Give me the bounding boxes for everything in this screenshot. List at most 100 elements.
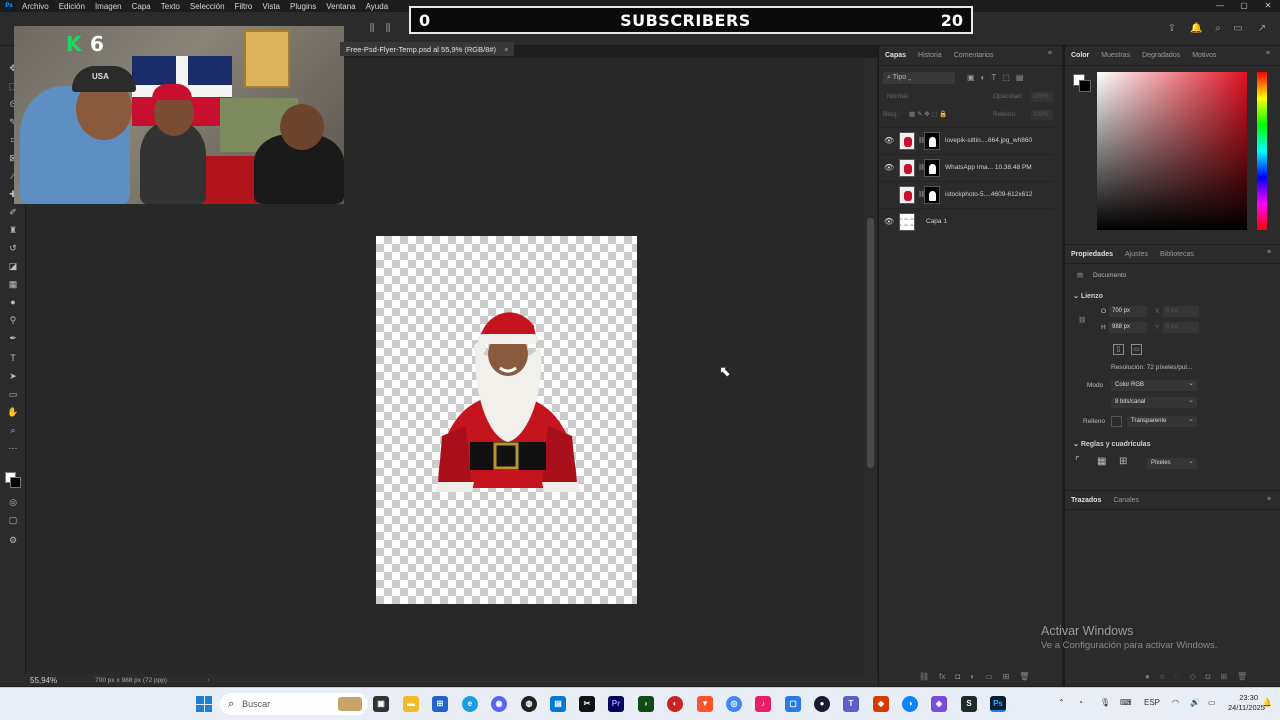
menu-plugins[interactable]: Plugins — [290, 2, 316, 11]
visibility-eye-icon[interactable]: 👁 — [879, 217, 899, 226]
teams-icon[interactable]: T — [843, 696, 859, 712]
menu-imagen[interactable]: Imagen — [95, 2, 122, 11]
canvas-vertical-scrollbar[interactable] — [864, 58, 877, 674]
align-center-icon[interactable]: ⫼ — [382, 23, 394, 35]
type-tool-icon[interactable]: T — [6, 352, 20, 364]
fill-swatch[interactable] — [1111, 416, 1122, 427]
layer-row[interactable]: 👁 ⛓ istockphoto-5....4609-612x612 — [879, 181, 1053, 207]
hue-slider[interactable] — [1257, 72, 1267, 230]
app-red-icon[interactable]: ◐ — [667, 696, 683, 712]
fill-field[interactable]: 100% — [1031, 110, 1053, 120]
visibility-eye-icon[interactable]: 👁 — [879, 136, 899, 145]
tab-historia[interactable]: Historia — [912, 52, 948, 59]
windows-start-icon[interactable] — [196, 696, 212, 712]
app-blue-icon[interactable]: ◑ — [902, 696, 918, 712]
lock-icons[interactable]: ▦ ✎ ✥ ⬚ 🔒 — [909, 110, 948, 118]
close-tab-icon[interactable]: × — [504, 45, 508, 54]
terminal-icon[interactable]: › — [638, 696, 654, 712]
premiere-icon[interactable]: Pr — [608, 696, 624, 712]
tab-color[interactable]: Color — [1065, 52, 1095, 59]
pen-tool-icon[interactable]: ✒ — [6, 332, 20, 344]
workspace-icon[interactable]: ▭ — [1232, 23, 1244, 35]
screen-mode-icon[interactable]: ▢ — [6, 514, 20, 526]
eraser-tool-icon[interactable]: ◪ — [6, 260, 20, 272]
adjustment-layer-icon[interactable]: ◐ — [970, 672, 975, 681]
notification-center-icon[interactable]: 🔔 — [1262, 698, 1272, 707]
x-field[interactable]: 0 px — [1163, 306, 1199, 317]
status-expand-icon[interactable]: › — [207, 677, 209, 684]
document-tab[interactable]: Free-Psd-Flyer-Temp.psd al 55,9% (RGB/8#… — [340, 42, 515, 56]
menu-ayuda[interactable]: Ayuda — [366, 2, 389, 11]
tab-capas[interactable]: Capas — [879, 52, 912, 59]
delete-layer-icon[interactable]: 🗑 — [1019, 672, 1029, 681]
menu-ventana[interactable]: Ventana — [326, 2, 355, 11]
dodge-tool-icon[interactable]: ⚲ — [6, 314, 20, 326]
app-icon[interactable]: ▤ — [550, 696, 566, 712]
tab-muestras[interactable]: Muestras — [1095, 52, 1136, 59]
language-indicator[interactable]: ESP — [1144, 698, 1160, 707]
file-explorer-icon[interactable]: ▬ — [403, 696, 419, 712]
obs-icon[interactable]: ◍ — [521, 696, 537, 712]
menu-archivo[interactable]: Archivo — [22, 2, 49, 11]
tab-comentarios[interactable]: Comentarios — [948, 52, 1000, 59]
panel-menu-icon[interactable]: ≡ — [1261, 249, 1277, 256]
share-icon[interactable]: ⇪ — [1166, 23, 1178, 35]
link-dimensions-icon[interactable]: ⛓ — [1078, 316, 1086, 324]
make-path-icon[interactable]: ◇ — [1189, 672, 1195, 681]
tray-chevron-icon[interactable]: ⌃ — [1058, 698, 1065, 707]
layer-row[interactable]: 👁 ⛓ lovepik-sittin....664.jpg_wh860 — [879, 127, 1053, 153]
tab-canales[interactable]: Canales — [1107, 497, 1145, 504]
app-dark-icon[interactable]: S — [961, 696, 977, 712]
share-doc-icon[interactable]: ↗ — [1256, 23, 1268, 35]
edge-icon[interactable]: e — [462, 696, 478, 712]
layer-row[interactable]: 👁 ⛓ WhatsApp Ima... 10.38.48 PM — [879, 154, 1053, 180]
rectangle-tool-icon[interactable]: ▭ — [6, 388, 20, 400]
history-brush-icon[interactable]: ↺ — [6, 242, 20, 254]
tab-bibliotecas[interactable]: Bibliotecas — [1154, 251, 1200, 258]
add-mask-icon[interactable]: ◘ — [1206, 672, 1211, 681]
close-button[interactable]: ✕ — [1256, 0, 1280, 12]
app-orange-icon[interactable]: ◆ — [873, 696, 889, 712]
tab-propiedades[interactable]: Propiedades — [1065, 251, 1119, 258]
grid-icon[interactable]: ▦ — [1097, 456, 1106, 467]
portrait-icon[interactable]: ▯ — [1113, 344, 1124, 355]
quick-mask-icon[interactable]: ◎ — [6, 496, 20, 508]
discord-icon[interactable]: ◉ — [491, 696, 507, 712]
gradient-tool-icon[interactable]: ▦ — [6, 278, 20, 290]
stroke-path-icon[interactable]: ○ — [1160, 672, 1165, 681]
search-icon[interactable]: ⌕ — [1212, 23, 1224, 35]
hand-tool-icon[interactable]: ✋ — [6, 406, 20, 418]
task-view-icon[interactable]: ▣ — [373, 696, 389, 712]
chrome-icon[interactable]: ◎ — [726, 696, 742, 712]
panel-menu-icon[interactable]: ≡ — [1261, 496, 1277, 503]
layer-style-icon[interactable]: fx — [939, 672, 945, 681]
units-dropdown[interactable]: Píxeles — [1147, 456, 1197, 469]
menu-capa[interactable]: Capa — [132, 2, 151, 11]
tiktok-icon[interactable]: ♪ — [755, 696, 771, 712]
volume-icon[interactable]: 🔊 — [1190, 698, 1200, 707]
panel-menu-icon[interactable]: ≡ — [1260, 50, 1276, 57]
document-canvas[interactable] — [376, 236, 637, 604]
tab-trazados[interactable]: Trazados — [1065, 497, 1107, 504]
new-group-icon[interactable]: ▭ — [985, 672, 993, 681]
delete-path-icon[interactable]: 🗑 — [1237, 672, 1247, 681]
load-selection-icon[interactable]: ◌ — [1175, 672, 1180, 681]
filter-smart-icon[interactable]: ▤ — [1016, 73, 1024, 82]
brave-icon[interactable]: ▼ — [697, 696, 713, 712]
fill-path-icon[interactable]: ● — [1145, 672, 1150, 681]
layer-name[interactable]: WhatsApp Ima... 10.38.48 PM — [945, 164, 1032, 171]
menu-filtro[interactable]: Filtro — [235, 2, 253, 11]
layer-name[interactable]: istockphoto-5....4609-612x612 — [945, 191, 1032, 198]
stamp-tool-icon[interactable]: ♜ — [6, 224, 20, 236]
new-path-icon[interactable]: ⊞ — [1220, 672, 1227, 681]
visibility-eye-icon[interactable]: 👁 — [879, 163, 899, 172]
notifications-icon[interactable]: 🔔 — [1190, 23, 1202, 35]
tab-degradados[interactable]: Degradados — [1136, 52, 1186, 59]
fill-dropdown[interactable]: Transparente — [1127, 414, 1197, 427]
zoom-level[interactable]: 55,94% — [30, 676, 57, 685]
color-picker-field[interactable] — [1097, 72, 1247, 230]
path-select-icon[interactable]: ➤ — [6, 370, 20, 382]
panel-menu-icon[interactable]: ≡ — [1042, 50, 1058, 57]
more-tools-icon[interactable]: ⋯ — [6, 442, 20, 454]
wifi-icon[interactable]: ◠ — [1172, 698, 1179, 707]
